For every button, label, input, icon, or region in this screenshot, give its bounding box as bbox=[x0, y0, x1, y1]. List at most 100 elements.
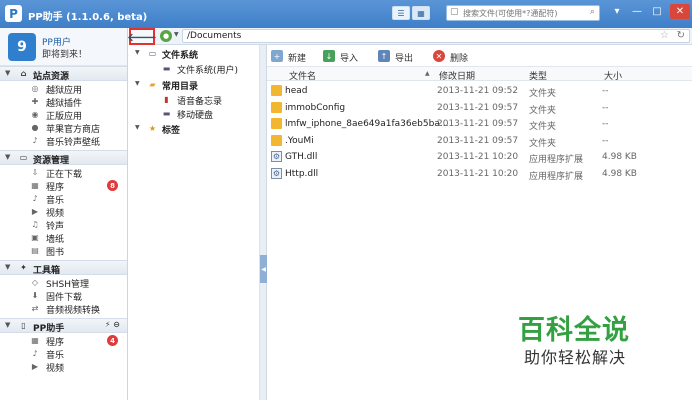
sidebar-item[interactable]: ♪ 音乐 bbox=[0, 192, 127, 207]
settings-icon[interactable]: ▾ bbox=[608, 4, 626, 19]
file-date: 2013-11-21 09:57 bbox=[437, 135, 519, 146]
tree-item-label: 标签 bbox=[162, 126, 181, 136]
watermark: 百科全说 助你轻松解决 bbox=[518, 308, 668, 374]
folder-tree: ▼ ▭ 文件系统 ▬ 文件系统(用户) ▼ ▰ 常用目录 ▮ 语音备忘录 ▬ 移动硬盘 ▼ ★ 标签 bbox=[129, 45, 260, 400]
music-icon: ♪ bbox=[32, 135, 38, 145]
sidebar-item[interactable]: ◉ 正版应用 bbox=[0, 108, 127, 123]
tree-item-label: 语音备忘录 bbox=[177, 97, 223, 107]
chevron-down-icon[interactable]: ▼ bbox=[135, 124, 140, 131]
sidebar-section-header[interactable]: ▼ ▯ PP助手 ⚡ ⊖ bbox=[0, 318, 127, 334]
avatar[interactable]: 9 bbox=[8, 33, 36, 61]
file-row[interactable]: immobConfig 2013-11-21 09:57 文件夹 -- bbox=[267, 100, 692, 116]
sort-up-icon: ▲ bbox=[425, 70, 430, 77]
file-row[interactable]: ⚙ Http.dll 2013-11-21 10:20 应用程序扩展 4.98 KB bbox=[267, 166, 692, 182]
file-size: 4.98 KB bbox=[602, 168, 637, 179]
sidebar-section-header[interactable]: ▼ ✦ 工具箱 bbox=[0, 260, 127, 276]
chevron-down-icon[interactable]: ▼ bbox=[135, 49, 140, 56]
sidebar-item[interactable]: ▤ 图书 bbox=[0, 244, 127, 259]
column-name[interactable]: 文件名 bbox=[289, 69, 316, 82]
column-size[interactable]: 大小 bbox=[604, 69, 622, 82]
location-icon[interactable]: ● bbox=[160, 30, 172, 42]
sidebar-item[interactable]: ♪ 音乐 bbox=[0, 347, 127, 362]
collapse-handle-icon[interactable]: ◀ bbox=[260, 255, 267, 283]
close-button[interactable]: ✕ bbox=[670, 4, 690, 19]
file-row[interactable]: .YouMi 2013-11-21 09:57 文件夹 -- bbox=[267, 133, 692, 149]
program-icon: ▦ bbox=[31, 335, 39, 345]
sidebar-item[interactable]: ▦ 程序 4 bbox=[0, 334, 127, 348]
file-row[interactable]: ⚙ GTH.dll 2013-11-21 10:20 应用程序扩展 4.98 KB bbox=[267, 149, 692, 165]
sidebar-item[interactable]: ▦ 程序 8 bbox=[0, 179, 127, 193]
user-panel: 9 PP用户 即将到来！ bbox=[0, 28, 127, 66]
sidebar-item[interactable]: ⬇ 固件下载 bbox=[0, 289, 127, 304]
tree-item[interactable]: ▬ 文件系统(用户) bbox=[129, 62, 260, 76]
file-date: 2013-11-21 09:57 bbox=[437, 119, 519, 129]
delete-button[interactable]: ✕ 删除 bbox=[433, 49, 473, 64]
sidebar-item[interactable]: ● 苹果官方商店 bbox=[0, 121, 127, 136]
sidebar-item[interactable]: ⇄ 音频视频转换 bbox=[0, 302, 127, 317]
file-name: Http.dll bbox=[285, 168, 319, 179]
window-title: PP助手 (1.1.0.6, beta) bbox=[28, 12, 148, 23]
search-icon[interactable]: ⌕ bbox=[590, 7, 595, 17]
sync-icon[interactable]: ⚡ ⊖ bbox=[105, 320, 120, 329]
sidebar: 9 PP用户 即将到来！ ▼ ⌂ 站点资源 ◎ 越狱应用 ✚ 越狱插件 ◉ 正版应用 ● 苹果官方商… bbox=[0, 28, 128, 400]
tree-item[interactable]: ▼ ▰ 常用目录 bbox=[129, 78, 260, 92]
sidebar-item[interactable]: ♪ 音乐铃声壁纸 bbox=[0, 134, 127, 149]
sidebar-item-label: 视频 bbox=[46, 364, 65, 374]
file-row[interactable]: lmfw_iphone_8ae649a1fa36eb5ba... 2013-11-… bbox=[267, 116, 692, 132]
tree-item[interactable]: ▮ 语音备忘录 bbox=[129, 93, 260, 107]
ringtone-icon: ♫ bbox=[31, 219, 39, 229]
chevron-down-icon[interactable]: ▼ bbox=[5, 69, 10, 77]
file-size: -- bbox=[602, 119, 609, 129]
music-icon: ♪ bbox=[32, 193, 38, 203]
panel-splitter[interactable]: ◀ bbox=[260, 45, 267, 400]
search-box: ▢ ⌕ bbox=[446, 5, 600, 21]
maximize-button[interactable]: □ bbox=[648, 4, 666, 19]
file-size: 4.98 KB bbox=[602, 152, 637, 162]
delete-icon: ✕ bbox=[433, 50, 445, 62]
sidebar-item[interactable]: ▶ 视频 bbox=[0, 205, 127, 220]
tree-item[interactable]: ▬ 移动硬盘 bbox=[129, 107, 260, 121]
file-icon: ▢ bbox=[450, 7, 459, 17]
chevron-down-icon[interactable]: ▼ bbox=[174, 31, 179, 38]
chevron-down-icon[interactable]: ▼ bbox=[5, 321, 10, 329]
column-header: 文件名 ▲ 修改日期 类型 大小 bbox=[267, 67, 692, 82]
chevron-down-icon[interactable]: ▼ bbox=[135, 80, 140, 87]
import-button[interactable]: ↓ 导入 bbox=[323, 49, 363, 64]
tree-item[interactable]: ▼ ★ 标签 bbox=[129, 122, 260, 136]
tree-item[interactable]: ▼ ▭ 文件系统 bbox=[129, 47, 260, 61]
sidebar-section-header[interactable]: ▼ ⌂ 站点资源 bbox=[0, 66, 127, 82]
sidebar-item-label: 图书 bbox=[46, 248, 65, 258]
search-input[interactable] bbox=[463, 7, 579, 19]
sidebar-item[interactable]: ◇ SHSH管理 bbox=[0, 276, 127, 291]
sidebar-item[interactable]: ◎ 越狱应用 bbox=[0, 82, 127, 97]
store-icon: ◉ bbox=[31, 109, 39, 119]
export-button[interactable]: ↑ 导出 bbox=[378, 49, 418, 64]
column-date[interactable]: 修改日期 bbox=[439, 69, 475, 82]
list-view-button[interactable]: ☰ bbox=[392, 6, 410, 20]
column-type[interactable]: 类型 bbox=[529, 69, 547, 82]
refresh-icon[interactable]: ↻ bbox=[677, 30, 685, 41]
grid-view-button[interactable]: ▦ bbox=[412, 6, 430, 20]
chevron-down-icon[interactable]: ▼ bbox=[5, 153, 10, 161]
drive-icon: ▬ bbox=[162, 64, 171, 73]
chevron-down-icon[interactable]: ▼ bbox=[5, 263, 10, 271]
sidebar-item[interactable]: ✚ 越狱插件 bbox=[0, 95, 127, 110]
sidebar-item[interactable]: ♫ 铃声 bbox=[0, 218, 127, 233]
minimize-button[interactable]: — bbox=[628, 4, 646, 19]
new-button[interactable]: + 新建 bbox=[271, 49, 311, 64]
back-button[interactable]: 🡐 bbox=[127, 28, 157, 45]
count-badge: 4 bbox=[107, 335, 118, 346]
folder-icon: ▰ bbox=[149, 80, 156, 89]
sidebar-item[interactable]: ⇩ 正在下载 bbox=[0, 166, 127, 181]
address-bar[interactable]: /Documents ☆ ↻ bbox=[182, 29, 690, 43]
tree-item-label: 移动硬盘 bbox=[177, 111, 214, 121]
sidebar-section-header[interactable]: ▼ ▭ 资源管理 bbox=[0, 150, 127, 166]
sidebar-item[interactable]: ▶ 视频 bbox=[0, 360, 127, 375]
watermark-title: 百科全说 bbox=[518, 315, 630, 346]
file-row[interactable]: head 2013-11-21 09:52 文件夹 -- bbox=[267, 83, 692, 99]
star-icon[interactable]: ☆ bbox=[660, 30, 669, 41]
tree-item-label: 文件系统(用户) bbox=[177, 66, 239, 76]
user-welcome-text: 即将到来！ bbox=[42, 50, 88, 60]
sidebar-item[interactable]: ▣ 墙纸 bbox=[0, 231, 127, 246]
app-logo-icon: P bbox=[5, 5, 22, 22]
